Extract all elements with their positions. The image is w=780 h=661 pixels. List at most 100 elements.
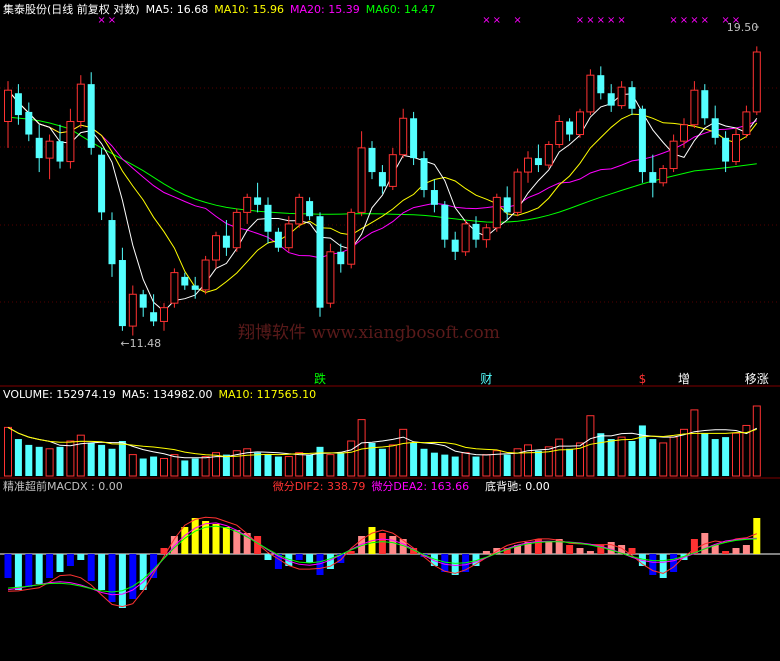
candle-body (232, 211, 241, 249)
candle (410, 111, 418, 166)
grid (0, 87, 780, 479)
candle (659, 165, 668, 187)
ma10-value: MA10: 15.96 (214, 3, 285, 16)
macd-bar (212, 524, 220, 554)
candle-body (669, 140, 678, 170)
event-marker: 增 (678, 372, 690, 386)
macd-bar (389, 536, 397, 554)
volume-bar (482, 454, 491, 477)
candle (461, 220, 470, 256)
candle-body (524, 157, 532, 173)
macd-histogram (0, 516, 780, 608)
candle-body (357, 147, 366, 213)
candle (284, 216, 293, 252)
volume-bar (566, 448, 574, 476)
candle (232, 208, 241, 252)
candle (108, 212, 116, 277)
candle-body (410, 118, 418, 159)
candle (430, 179, 438, 213)
volume-bar (295, 452, 304, 477)
macd-bar (56, 554, 64, 572)
candle (649, 154, 657, 198)
top-marker: × (690, 15, 698, 26)
candle (513, 168, 522, 217)
candle-body (711, 118, 719, 138)
candle (742, 105, 751, 138)
candle (388, 147, 397, 191)
macd-bar (77, 554, 85, 560)
candle-body (617, 86, 626, 107)
candle (347, 208, 356, 269)
candle-body (555, 120, 564, 146)
candle-body (638, 108, 646, 173)
candle-body (150, 312, 158, 322)
candle (254, 182, 262, 213)
candle (399, 108, 408, 159)
macd-bar (264, 554, 272, 560)
macd-bar (649, 554, 657, 575)
volume-bar (628, 441, 636, 476)
volume-bar (108, 448, 116, 476)
candle-body (680, 124, 688, 142)
macd-bar (545, 542, 553, 554)
volume-bar (201, 456, 210, 477)
candle-body (191, 285, 199, 290)
macd-bar (306, 554, 314, 563)
candle-body (472, 223, 480, 240)
candle-body (98, 154, 106, 213)
candle (337, 243, 345, 273)
volume-bar (326, 454, 335, 477)
candle-body (14, 93, 22, 116)
macd-bar (233, 530, 241, 554)
candle (638, 105, 646, 183)
volume-bar (4, 426, 12, 477)
volume-header: VOLUME: 152974.19 MA5: 134982.00 MA10: 117… (3, 388, 322, 402)
candle (150, 294, 158, 327)
candle-body (399, 117, 408, 156)
macd-bar (659, 554, 667, 578)
candle-body (76, 83, 85, 122)
candle (732, 127, 740, 166)
candle-body (45, 140, 54, 159)
candle-body (243, 196, 252, 213)
macd-bar (576, 548, 584, 554)
candle-body (701, 90, 709, 119)
volume-bar (607, 439, 615, 476)
volume-bar (66, 440, 75, 477)
candle-body (544, 144, 553, 166)
candlesticks (4, 46, 761, 336)
volume-bar (410, 442, 418, 476)
volume-bar (617, 436, 626, 477)
volume-bar (347, 440, 356, 477)
volume-bar (701, 433, 709, 476)
macd-bar (129, 554, 137, 599)
candle-body (295, 196, 304, 225)
ma5-value: MA5: 16.68 (145, 3, 209, 16)
candle (45, 134, 54, 180)
top-marker: × (493, 15, 501, 26)
macd-bar (742, 545, 750, 554)
candle (711, 105, 719, 145)
candle-body (586, 74, 595, 113)
candle-body (212, 235, 220, 261)
candle (451, 231, 459, 261)
volume-value: VOLUME: 152974.19 (3, 388, 116, 401)
macd-dea: 微分DEA2: 163.66 (371, 480, 470, 493)
candle (295, 193, 304, 228)
macd-divergence: 底背驰: 0.00 (485, 480, 550, 493)
candle-body (649, 172, 657, 183)
candle (201, 255, 210, 295)
volume-bar (669, 436, 678, 477)
volume-bar (649, 439, 657, 476)
macd-bar (35, 554, 43, 584)
candle (368, 141, 376, 180)
candle (722, 131, 730, 173)
macd-bar (670, 554, 678, 572)
candle (326, 243, 335, 308)
volume-bar (118, 441, 126, 476)
macd-bar (482, 551, 490, 554)
macd-bar (14, 554, 22, 590)
volume-bar (35, 446, 43, 476)
volume-bar (222, 454, 230, 476)
candle (617, 81, 626, 109)
